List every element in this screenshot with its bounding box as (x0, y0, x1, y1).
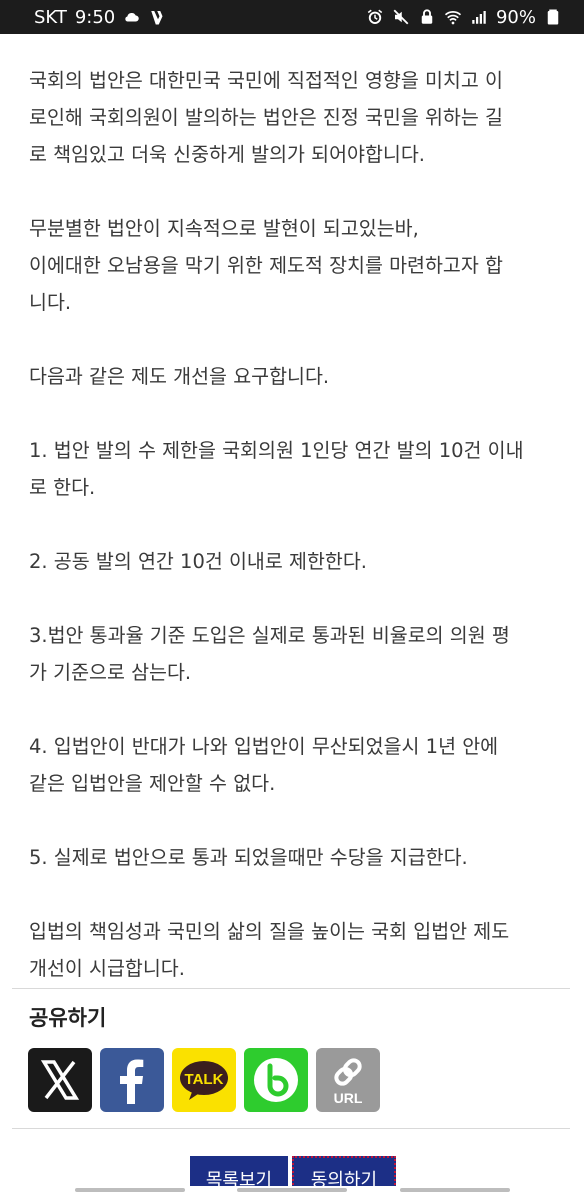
share-x-button[interactable] (28, 1048, 92, 1112)
signal-icon (470, 8, 488, 26)
status-right: 90% (366, 7, 562, 28)
status-bar: SKT 9:50 90% (0, 0, 584, 34)
lock-icon (418, 8, 436, 26)
paragraph-line: 5. 실제로 법안으로 통과 되었을때만 수당을 지급한다. (29, 846, 468, 869)
paragraph-line: 3.법안 통과율 기준 도입은 실제로 통과된 비율로의 의원 평 (29, 624, 510, 647)
status-left: SKT 9:50 (34, 7, 167, 28)
petition-body: 국회의 법안은 대한민국 국민에 직접적인 영향을 미치고 이로인해 국회의원이… (29, 62, 559, 1024)
nav-back-handle[interactable] (75, 1188, 185, 1192)
share-band-button[interactable] (244, 1048, 308, 1112)
paragraph: 1. 법안 발의 수 제한을 국회의원 1인당 연간 발의 10건 이내로 한다… (29, 432, 559, 506)
mute-icon (392, 8, 410, 26)
app-v-icon (149, 8, 167, 26)
paragraph-line: 2. 공동 발의 연간 10건 이내로 제한한다. (29, 550, 367, 573)
nav-home-handle[interactable] (237, 1188, 347, 1192)
paragraph: 입법의 책임성과 국민의 삶의 질을 높이는 국회 입법안 제도개선이 시급합니… (29, 913, 559, 987)
paragraph-line: 다음과 같은 제도 개선을 요구합니다. (29, 365, 330, 388)
paragraph: 3.법안 통과율 기준 도입은 실제로 통과된 비율로의 의원 평가 기준으로 … (29, 617, 559, 691)
paragraph: 무분별한 법안이 지속적으로 발현이 되고있는바, 이에대한 오남용을 막기 위한… (29, 210, 559, 321)
divider-top (12, 988, 570, 989)
share-facebook-button[interactable] (100, 1048, 164, 1112)
paragraph: 다음과 같은 제도 개선을 요구합니다. (29, 358, 559, 395)
paragraph-line: 이에대한 오남용을 막기 위한 제도적 장치를 마련하고자 합 (29, 254, 503, 277)
battery-icon (544, 8, 562, 26)
paragraph-line: 로 한다. (29, 476, 96, 499)
paragraph-line: 로 책임있고 더욱 신중하게 발의가 되어야합니다. (29, 143, 425, 166)
paragraph-line: 4. 입법안이 반대가 나와 입법안이 무산되었을시 1년 안에 (29, 735, 499, 758)
divider-bottom (12, 1128, 570, 1129)
paragraph-line: 개선이 시급합니다. (29, 957, 185, 980)
wifi-icon (444, 8, 462, 26)
share-buttons: TALK URL (28, 1048, 380, 1112)
paragraph-line: 1. 법안 발의 수 제한을 국회의원 1인당 연간 발의 10건 이내 (29, 439, 524, 462)
kakaotalk-icon: TALK (172, 1048, 236, 1112)
paragraph-line: 로인해 국회의원이 발의하는 법안은 진정 국민을 위하는 길 (29, 106, 503, 129)
paragraph-line: 가 기준으로 삼는다. (29, 661, 192, 684)
paragraph: 4. 입법안이 반대가 나와 입법안이 무산되었을시 1년 안에같은 입법안을 … (29, 728, 559, 802)
carrier-label: SKT (34, 6, 67, 28)
paragraph-line: 국회의 법안은 대한민국 국민에 직접적인 영향을 미치고 이 (29, 69, 503, 92)
paragraph-line: 같은 입법안을 제안할 수 없다. (29, 772, 276, 795)
link-icon: URL (316, 1048, 380, 1112)
paragraph: 국회의 법안은 대한민국 국민에 직접적인 영향을 미치고 이로인해 국회의원이… (29, 62, 559, 173)
paragraph: 2. 공동 발의 연간 10건 이내로 제한한다. (29, 543, 559, 580)
share-kakaotalk-button[interactable]: TALK (172, 1048, 236, 1112)
facebook-icon (100, 1048, 164, 1112)
url-label: URL (334, 1090, 363, 1106)
battery-percent: 90% (495, 6, 536, 28)
alarm-icon (366, 8, 384, 26)
nav-recent-handle[interactable] (400, 1188, 510, 1192)
paragraph: 5. 실제로 법안으로 통과 되었을때만 수당을 지급한다. (29, 839, 559, 876)
paragraph-line: 무분별한 법안이 지속적으로 발현이 되고있는바, (29, 217, 419, 240)
share-title: 공유하기 (29, 1006, 107, 1030)
cloud-icon (123, 8, 141, 26)
kakaotalk-label: TALK (185, 1071, 224, 1088)
band-icon (244, 1048, 308, 1112)
clock: 9:50 (74, 6, 116, 28)
x-icon (28, 1048, 92, 1112)
paragraph-line: 니다. (29, 291, 72, 314)
share-url-button[interactable]: URL (316, 1048, 380, 1112)
paragraph-line: 입법의 책임성과 국민의 삶의 질을 높이는 국회 입법안 제도 (29, 920, 510, 943)
